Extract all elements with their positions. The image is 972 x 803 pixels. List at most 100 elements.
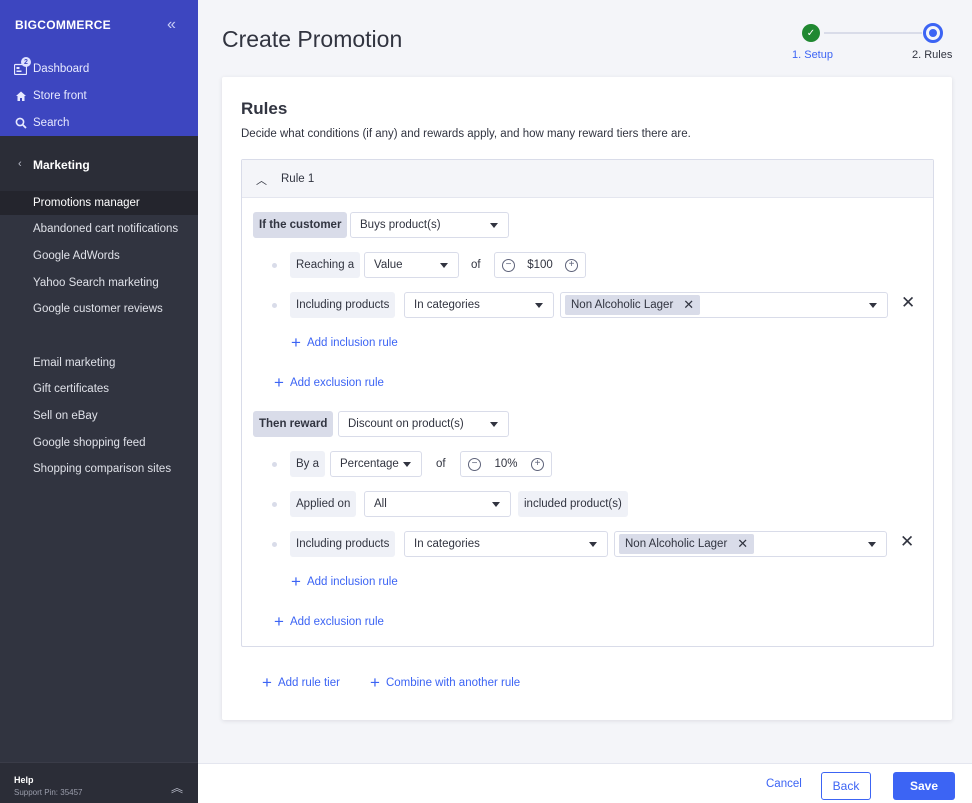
collapse-sidebar-icon[interactable]: « <box>167 16 176 34</box>
bigcommerce-logo[interactable]: BIGCOMMERCE <box>15 18 111 32</box>
link-label: Combine with another rule <box>385 677 521 689</box>
checkmark-icon: ✓ <box>802 24 820 42</box>
reward-select[interactable]: Discount on product(s) <box>338 411 509 437</box>
sidebar-item-abandoned-cart[interactable]: Abandoned cart notifications <box>0 217 198 241</box>
caret-down-icon <box>535 303 543 308</box>
add-rule-tier-link[interactable]: + Add rule tier <box>262 674 340 691</box>
select-value: Discount on product(s) <box>348 418 464 430</box>
decrement-icon[interactable]: − <box>502 258 515 272</box>
sidebar: BIGCOMMERCE « 2 Dashboard Store front Se… <box>0 0 198 803</box>
home-icon <box>14 89 27 102</box>
discount-stepper[interactable]: − 10% + <box>460 451 552 477</box>
sidebar-item-email-marketing[interactable]: Email marketing <box>0 351 198 375</box>
discount-type-select[interactable]: Percentage <box>330 451 422 477</box>
link-label: Add exclusion rule <box>289 377 384 389</box>
including-products-label: Including products <box>290 531 396 557</box>
dashboard-icon: 2 <box>14 57 31 75</box>
select-value: Buys product(s) <box>360 219 441 231</box>
remove-chip-icon[interactable]: ✕ <box>683 297 694 313</box>
sidebar-link-label: Search <box>33 116 70 129</box>
plus-icon: + <box>274 373 284 392</box>
plus-icon: + <box>291 572 301 591</box>
add-inclusion-rule-link[interactable]: + Add inclusion rule <box>291 572 398 591</box>
bullet <box>272 542 277 547</box>
cancel-button[interactable]: Cancel <box>766 778 802 790</box>
sidebar-item-google-reviews[interactable]: Google customer reviews <box>0 297 198 321</box>
decrement-icon[interactable]: − <box>468 457 481 471</box>
category-chip: Non Alcoholic Lager ✕ <box>619 534 755 554</box>
chevron-left-icon: ‹ <box>18 158 22 170</box>
caret-down-icon <box>869 303 877 308</box>
link-label: Add inclusion rule <box>306 337 398 349</box>
increment-icon[interactable]: + <box>531 457 544 471</box>
add-inclusion-rule-link[interactable]: + Add inclusion rule <box>291 333 398 352</box>
sidebar-link-label: Dashboard <box>33 62 90 75</box>
chevron-up-icon[interactable]: ︿ <box>256 172 267 188</box>
including-select[interactable]: In categories <box>404 292 554 318</box>
select-value: In categories <box>414 538 480 550</box>
sidebar-section-marketing[interactable]: ‹ Marketing <box>0 136 198 192</box>
applied-on-label: Applied on <box>290 491 357 517</box>
sidebar-link-storefront[interactable]: Store front <box>14 89 87 102</box>
caret-down-icon <box>868 542 876 547</box>
amount-value[interactable]: $100 <box>515 259 565 271</box>
sidebar-footer: Help Support Pin: 35457 ︽ <box>0 762 198 803</box>
rule-header[interactable]: ︿ Rule 1 <box>242 160 933 198</box>
sidebar-item-yahoo-search[interactable]: Yahoo Search marketing <box>0 271 198 295</box>
caret-down-icon <box>492 502 500 507</box>
link-label: Add rule tier <box>277 677 340 689</box>
discount-value[interactable]: 10% <box>481 458 531 470</box>
caret-down-icon <box>440 263 448 268</box>
sidebar-item-promotions-manager[interactable]: Promotions manager <box>0 191 198 215</box>
back-button[interactable]: Back <box>821 772 871 800</box>
amount-stepper[interactable]: − $100 + <box>494 252 586 278</box>
combine-rule-link[interactable]: + Combine with another rule <box>370 673 521 692</box>
close-icon[interactable]: ✕ <box>900 532 914 552</box>
sidebar-item-google-adwords[interactable]: Google AdWords <box>0 244 198 268</box>
remove-chip-icon[interactable]: ✕ <box>737 536 748 552</box>
bullet <box>272 502 277 507</box>
step-setup-label[interactable]: 1. Setup <box>792 49 833 61</box>
search-icon <box>14 116 27 129</box>
rule-label: Rule 1 <box>281 173 315 185</box>
add-exclusion-rule-link[interactable]: + Add exclusion rule <box>274 613 384 630</box>
rule-panel: ︿ Rule 1 If the customer Buys product(s)… <box>241 159 934 647</box>
reaching-select[interactable]: Value <box>364 252 459 278</box>
sidebar-item-sell-on-ebay[interactable]: Sell on eBay <box>0 404 198 428</box>
chevron-double-up-icon[interactable]: ︽ <box>171 779 183 796</box>
caret-down-icon <box>490 223 498 228</box>
stepper-line <box>824 32 922 34</box>
plus-icon: + <box>291 333 301 352</box>
sidebar-item-shopping-comparison[interactable]: Shopping comparison sites <box>0 457 198 481</box>
page-title: Create Promotion <box>222 26 403 52</box>
category-chip: Non Alcoholic Lager ✕ <box>565 295 701 315</box>
then-reward-label: Then reward <box>253 411 334 437</box>
caret-down-icon <box>403 462 411 467</box>
increment-icon[interactable]: + <box>565 258 578 272</box>
help-link[interactable]: Help <box>14 775 34 785</box>
select-value: All <box>374 498 387 510</box>
chip-label: Non Alcoholic Lager <box>625 538 728 550</box>
of-label: of <box>436 458 446 470</box>
included-products-label: included product(s) <box>518 491 628 517</box>
condition-select[interactable]: Buys product(s) <box>350 212 509 238</box>
close-icon[interactable]: ✕ <box>901 293 915 313</box>
caret-down-icon <box>589 542 597 547</box>
save-button[interactable]: Save <box>893 772 955 800</box>
sidebar-link-search[interactable]: Search <box>14 116 69 129</box>
sidebar-link-dashboard[interactable]: 2 Dashboard <box>14 57 90 75</box>
including-select[interactable]: In categories <box>404 531 608 557</box>
add-exclusion-rule-link[interactable]: + Add exclusion rule <box>274 373 384 392</box>
applied-on-select[interactable]: All <box>364 491 511 517</box>
sidebar-link-label: Store front <box>33 89 87 102</box>
support-pin: Support Pin: 35457 <box>14 788 83 797</box>
bullet <box>272 462 277 467</box>
including-products-label: Including products <box>290 292 396 318</box>
card-description: Decide what conditions (if any) and rewa… <box>241 128 691 140</box>
chip-label: Non Alcoholic Lager <box>571 299 674 311</box>
notification-badge: 2 <box>21 57 31 67</box>
plus-icon: + <box>370 673 380 692</box>
link-label: Add inclusion rule <box>306 576 398 588</box>
sidebar-item-google-shopping[interactable]: Google shopping feed <box>0 431 198 455</box>
sidebar-item-gift-certificates[interactable]: Gift certificates <box>0 377 198 401</box>
